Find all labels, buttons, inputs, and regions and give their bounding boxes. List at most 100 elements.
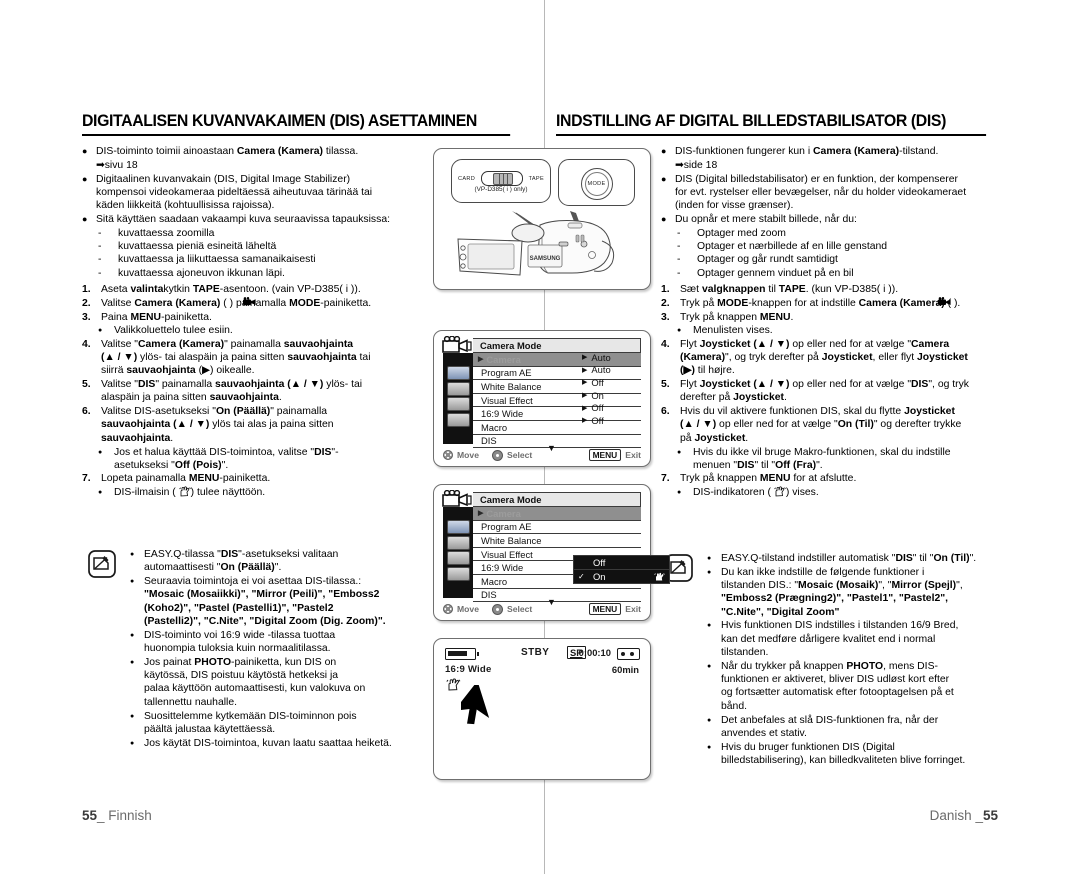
chevron-right-icon: ▶ bbox=[478, 510, 484, 518]
list-item: - kuvattaessa ajoneuvon ikkunan läpi. bbox=[98, 267, 285, 279]
osd-menu-2: Camera Mode ▶ Camera Program AE White Bal… bbox=[442, 490, 670, 607]
select-hint: Select bbox=[491, 603, 532, 615]
step-item: 2. Valitse Camera (Kamera) ( ) painamall… bbox=[82, 296, 372, 309]
list-item: ● Jos painat PHOTO-painiketta, kun DIS o… bbox=[130, 656, 366, 708]
submenu-option-off[interactable]: Off bbox=[574, 556, 669, 570]
rail-icon-settings[interactable] bbox=[446, 412, 470, 427]
menu-item-white-balance[interactable]: White Balance bbox=[473, 534, 641, 548]
step-item: 1. Sæt valgknappen til TAPE. (kun VP-D38… bbox=[661, 283, 899, 295]
dis-hand-icon bbox=[178, 486, 191, 501]
chevron-right-icon: ▶ bbox=[582, 392, 588, 400]
page-number-left: 55 bbox=[82, 808, 98, 823]
step-item: 6. Hvis du vil aktivere funktionen DIS, … bbox=[661, 406, 962, 444]
bullet-icon: ● bbox=[707, 555, 712, 562]
bullet-icon: ● bbox=[661, 213, 667, 224]
list-item: ● Du kan ikke indstille de følgende funk… bbox=[707, 566, 963, 618]
menu-item-program-ae[interactable]: Program AE bbox=[473, 520, 641, 535]
page-title-danish: INDSTILLING AF DIGITAL BILLEDSTABILISATO… bbox=[556, 112, 987, 136]
footer-left: 55_ Finnish bbox=[82, 808, 152, 823]
step-item: 7. Tryk på knappen MENU for at afslutte. bbox=[661, 473, 857, 485]
chevron-right-icon: ▶ bbox=[478, 356, 484, 364]
list-item: ● DIS-toiminto voi 16:9 wide -tilassa tu… bbox=[130, 629, 336, 655]
list-item: ● DIS-funktionen fungerer kun i Camera (… bbox=[661, 146, 939, 157]
list-item: - kuvattaessa pieniä esineitä läheltä bbox=[98, 241, 277, 253]
rail-icon-visual-effect[interactable] bbox=[446, 551, 470, 565]
check-icon: ✓ bbox=[578, 572, 585, 581]
osd-footer-1: Move Select MENU Exit bbox=[443, 449, 641, 461]
menu-item-dis[interactable]: DIS bbox=[473, 588, 641, 603]
dis-submenu: Off ✓ On bbox=[573, 555, 670, 584]
lcd-preview-figure: STBY SP 0:00:10 16:9 Wide 60min bbox=[433, 638, 651, 780]
menu-value-16-9-wide: ▶ On bbox=[582, 389, 604, 401]
rail-icon-settings[interactable] bbox=[446, 566, 470, 581]
menu-value-macro: ▶ Off bbox=[582, 402, 604, 414]
rail-icon-program-ae[interactable] bbox=[446, 366, 470, 380]
chevron-right-icon: ▶ bbox=[582, 417, 588, 425]
rail-icon-program-ae[interactable] bbox=[446, 520, 470, 534]
step-item: 5. Flyt Joysticket (▲ / ▼) op eller ned … bbox=[661, 379, 970, 404]
note-pencil-icon bbox=[88, 548, 124, 750]
list-item: ● Jos et halua käyttää DIS-toimintoa, va… bbox=[98, 446, 339, 471]
page-title-finnish: DIGITAALISEN KUVANVAKAIMEN (DIS) ASETTAM… bbox=[82, 112, 511, 136]
chevron-right-icon: ▶ bbox=[582, 354, 588, 362]
list-item: ● Hvis funktionen DIS indstilles i tilst… bbox=[707, 620, 959, 659]
step-item: 7. Lopeta painamalla MENU-painiketta. bbox=[82, 473, 271, 485]
osd-footer-2: Move Select MENU Exit bbox=[443, 603, 641, 615]
step-item: 3. Paina MENU-painiketta. bbox=[82, 311, 212, 323]
list-item: ● Sitä käyttäen saadaan vakaampi kuva se… bbox=[82, 213, 390, 225]
bullet-icon: ● bbox=[707, 662, 712, 670]
bullet-icon: ● bbox=[98, 488, 103, 496]
list-item: ● Digitaalinen kuvanvakain (DIS, Digital… bbox=[82, 173, 373, 212]
list-item: - Optager med zoom bbox=[677, 227, 786, 239]
bullet-icon: ● bbox=[82, 146, 88, 156]
osd-menu-1: Camera Mode ▶ Camera Program AE White Bal… bbox=[442, 336, 644, 453]
list-item: ● Suosittelemme kytkemään DIS-toiminnon … bbox=[130, 710, 357, 735]
footer-right: Danish _55 bbox=[929, 808, 998, 823]
menu-value-visual-effect: ▶ Off bbox=[582, 376, 604, 388]
tape-icon bbox=[617, 648, 640, 660]
rail-icon-white-balance[interactable] bbox=[446, 535, 470, 550]
rail-icon-white-balance[interactable] bbox=[446, 381, 470, 396]
dis-hand-icon bbox=[446, 678, 461, 696]
language-right: Danish bbox=[929, 808, 972, 823]
camera-mode-icon bbox=[442, 336, 472, 353]
mode-button-label: MODE bbox=[584, 172, 609, 196]
osd-value-column: ▶ Auto ▶ Auto ▶ Off ▶ On ▶ Off ▶ Off bbox=[582, 351, 644, 427]
bullet-icon: ● bbox=[130, 551, 135, 558]
list-item: ● Når du trykker på knappen PHOTO, mens … bbox=[707, 660, 954, 712]
submenu-option-on[interactable]: ✓ On bbox=[574, 570, 669, 583]
chevron-right-icon: ▶ bbox=[582, 366, 588, 374]
card-tape-switch-icon bbox=[480, 171, 523, 186]
osd-title-bar: Camera Mode bbox=[442, 490, 641, 507]
dis-hand-icon bbox=[654, 572, 665, 583]
bullet-icon: ● bbox=[130, 631, 135, 639]
bullet-icon: ● bbox=[98, 448, 103, 456]
menu-item-camera[interactable]: ▶ Camera bbox=[473, 507, 641, 521]
recording-status: STBY bbox=[521, 647, 550, 658]
list-item: ● Hvis du ikke vil bruge Makro-funktione… bbox=[677, 446, 951, 471]
select-button-icon bbox=[491, 449, 503, 461]
bullet-icon: ● bbox=[82, 213, 88, 224]
osd-title-text: Camera Mode bbox=[480, 340, 542, 351]
dpad-icon bbox=[443, 450, 453, 460]
bullet-icon: ● bbox=[130, 658, 135, 666]
move-hint: Move bbox=[443, 450, 479, 460]
mode-switch-callout: CARD TAPE (VP-D385( i ) only) bbox=[451, 159, 551, 203]
bullet-icon: ● bbox=[677, 327, 682, 335]
menu-value-dis: ▶ Off bbox=[582, 414, 604, 426]
list-item: ● DIS-toiminto toimii ainoastaan Camera … bbox=[82, 146, 359, 157]
page-number-right: 55 bbox=[982, 808, 998, 823]
language-left: Finnish bbox=[108, 808, 152, 823]
step-item: 5. Valitse "DIS" painamalla sauvaohjaint… bbox=[82, 379, 363, 404]
exit-hint: MENU Exit bbox=[588, 449, 641, 461]
list-item: - Optager et nærbillede af en lille genst… bbox=[677, 241, 888, 253]
menu-value-program-ae: ▶ Auto bbox=[582, 351, 611, 363]
rail-icon-visual-effect[interactable] bbox=[446, 397, 470, 411]
camcorder-illustration-figure: CARD TAPE (VP-D385( i ) only) MODE SAMSU… bbox=[433, 148, 651, 290]
list-item: ● Seuraavia toimintoja ei voi asettaa DI… bbox=[130, 576, 386, 627]
menu-item-dis[interactable]: DIS bbox=[473, 434, 641, 449]
list-item: ● DIS (Digital billedstabilisator) er en… bbox=[661, 173, 967, 212]
switch-label-card: CARD bbox=[458, 175, 476, 182]
list-item: ● Valikkoluettelo tulee esiin. bbox=[98, 325, 233, 337]
